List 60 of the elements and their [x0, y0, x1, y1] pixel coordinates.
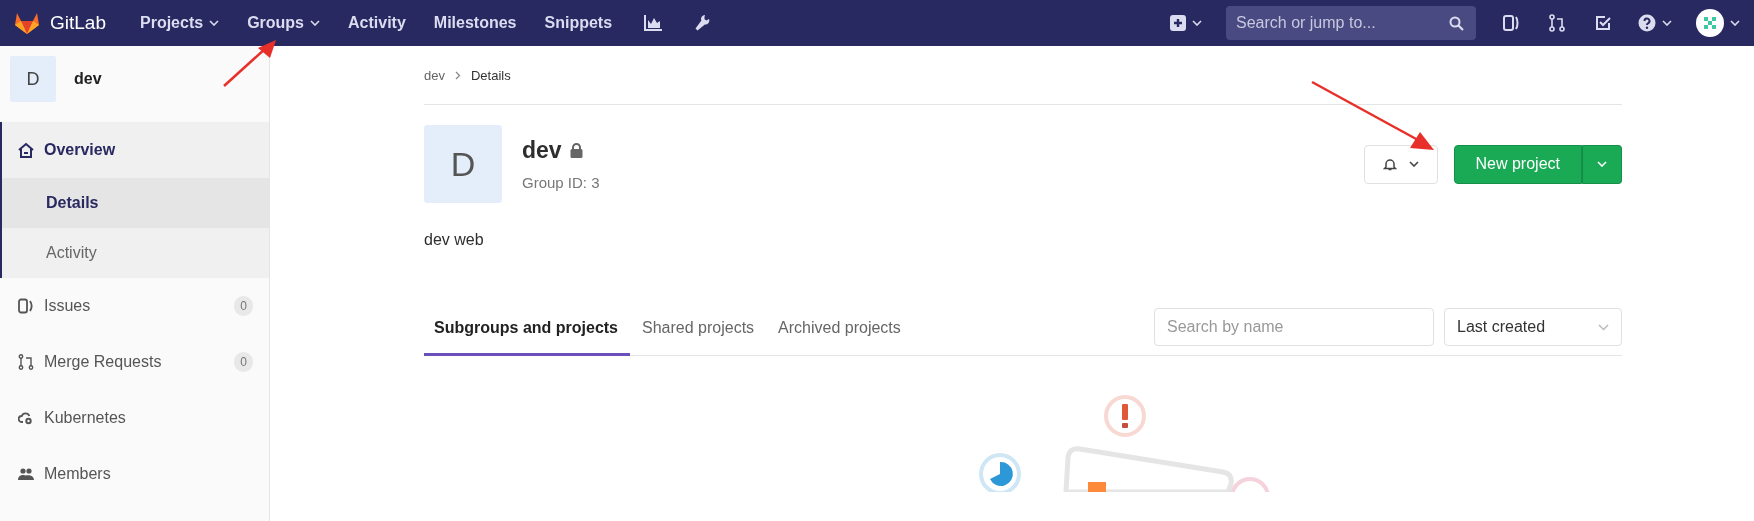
caret-icon	[310, 20, 320, 26]
sidebar-item[interactable]: Issues 0	[2, 278, 269, 334]
nav-link[interactable]: Milestones	[433, 14, 517, 32]
help-button[interactable]	[1638, 14, 1672, 32]
nav-link[interactable]: Projects	[140, 14, 220, 32]
issues-icon	[18, 298, 34, 314]
user-menu-button[interactable]	[1696, 9, 1740, 37]
notification-button[interactable]	[1363, 144, 1438, 184]
plus-icon	[1170, 15, 1186, 31]
home-icon	[18, 142, 34, 158]
merge-request-icon[interactable]	[1548, 14, 1566, 32]
search-field[interactable]: Search or jump to...	[1226, 6, 1476, 40]
users-icon	[18, 466, 34, 482]
logo-text[interactable]: GitLab	[50, 12, 106, 34]
count-badge: 0	[234, 296, 253, 316]
merge-request-icon	[18, 354, 34, 370]
sidebar-subitem[interactable]: Details	[2, 178, 269, 228]
sidebar-item[interactable]: Overview	[2, 122, 269, 178]
caret-icon	[1408, 161, 1419, 167]
chevron-right-icon	[454, 70, 461, 80]
group-description: dev web	[424, 231, 485, 249]
search-field[interactable]: Search by name	[1154, 308, 1434, 346]
nav-link[interactable]: Snippets	[544, 14, 613, 32]
nav-link[interactable]: Groups	[247, 14, 320, 32]
breadcrumb-current: Details	[470, 67, 511, 83]
caret-icon	[1598, 323, 1609, 331]
count-badge: 0	[234, 352, 253, 372]
bar-chart-icon[interactable]	[644, 15, 663, 31]
search-icon[interactable]	[1449, 16, 1464, 31]
group-name[interactable]: dev	[74, 70, 102, 88]
sidebar-subitem[interactable]: Activity	[2, 228, 269, 278]
tab[interactable]: Subgroups and projects	[424, 307, 630, 356]
group-id: Group ID: 3	[522, 174, 600, 191]
breadcrumb-link[interactable]: dev	[424, 67, 445, 83]
sidebar-item[interactable]: Members	[2, 446, 269, 502]
wrench-icon[interactable]	[694, 14, 711, 32]
dropdown-toggle-button[interactable]	[1582, 144, 1622, 184]
caret-icon	[1597, 161, 1607, 167]
caret-icon	[1192, 20, 1202, 26]
nav-link[interactable]: Activity	[348, 14, 406, 32]
cloud-gear-icon	[18, 410, 34, 426]
group-title: dev	[522, 137, 562, 164]
issues-icon[interactable]	[1502, 14, 1520, 32]
sidebar-item[interactable]: Kubernetes	[2, 390, 269, 446]
help-icon	[1638, 14, 1656, 32]
bell-icon	[1382, 157, 1397, 171]
group-avatar: D	[424, 125, 502, 203]
avatar-icon	[1696, 9, 1724, 37]
create-new-button[interactable]	[1170, 15, 1202, 31]
caret-icon	[1662, 20, 1672, 26]
group-avatar[interactable]: D	[10, 56, 56, 102]
sidebar-item[interactable]: Merge Requests 0	[2, 334, 269, 390]
sort-dropdown[interactable]: Last created	[1444, 308, 1622, 346]
fox-logo-icon[interactable]	[14, 11, 40, 35]
caret-icon	[1730, 20, 1740, 26]
tab[interactable]: Shared projects	[630, 307, 767, 356]
caret-icon	[209, 20, 220, 26]
annotation-arrow	[222, 38, 278, 88]
todo-check-icon[interactable]	[1594, 14, 1612, 32]
tab[interactable]: Archived projects	[766, 307, 913, 356]
